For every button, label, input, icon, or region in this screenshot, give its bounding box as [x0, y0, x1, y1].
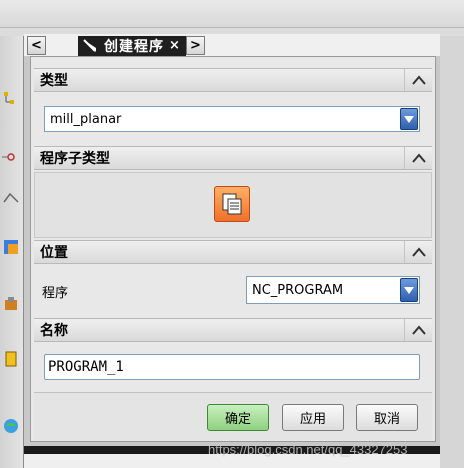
- program-subtype-icon[interactable]: [214, 186, 250, 222]
- toolbar-path-icon[interactable]: [2, 186, 20, 208]
- nav-next-button[interactable]: >: [186, 36, 205, 55]
- ok-label: 确定: [224, 412, 251, 427]
- section-name-header[interactable]: 名称: [34, 318, 432, 342]
- left-toolbar: [0, 36, 24, 468]
- collapse-location-icon[interactable]: [404, 241, 432, 263]
- section-type-header[interactable]: 类型: [34, 68, 432, 92]
- section-type-title: 类型: [40, 73, 68, 89]
- nav-prev-button[interactable]: <: [27, 36, 46, 55]
- toolbar-geometry-icon[interactable]: [2, 146, 20, 168]
- program-name-input[interactable]: PROGRAM_1: [44, 354, 420, 380]
- watermark: https://blog.csdn.net/qq_43327253: [208, 442, 408, 457]
- apply-label: 应用: [299, 412, 326, 427]
- collapse-type-icon[interactable]: [404, 69, 432, 91]
- app-top-bar: [0, 0, 464, 28]
- program-label: 程序: [42, 286, 69, 301]
- nav-prev-label: <: [31, 38, 42, 53]
- section-subtype-title: 程序子类型: [40, 151, 110, 167]
- pin-icon[interactable]: [82, 38, 98, 54]
- section-location-title: 位置: [40, 245, 68, 261]
- section-name-title: 名称: [40, 323, 68, 339]
- toolbar-globe-icon[interactable]: [2, 414, 20, 436]
- toolbar-operation-icon[interactable]: [2, 236, 20, 258]
- cancel-label: 取消: [373, 412, 400, 427]
- cancel-button[interactable]: 取消: [356, 404, 418, 431]
- right-panel-edge: [440, 36, 464, 468]
- nav-next-label: >: [190, 38, 201, 53]
- dialog-title: 创建程序: [104, 39, 164, 55]
- program-dropdown-value: NC_PROGRAM: [252, 282, 344, 298]
- toolbar-tree-icon[interactable]: [2, 88, 20, 110]
- close-icon[interactable]: ×: [165, 36, 184, 55]
- close-label: ×: [169, 38, 180, 53]
- type-dropdown-value: mill_planar: [50, 111, 122, 127]
- collapse-name-icon[interactable]: [404, 319, 432, 341]
- toolbar-method-icon[interactable]: [2, 348, 20, 370]
- collapse-subtype-icon[interactable]: [404, 147, 432, 169]
- program-dropdown[interactable]: NC_PROGRAM: [246, 276, 420, 304]
- section-location-header[interactable]: 位置: [34, 240, 432, 264]
- program-name-value: PROGRAM_1: [48, 359, 124, 375]
- ok-button[interactable]: 确定: [207, 404, 269, 431]
- type-dropdown[interactable]: mill_planar: [44, 106, 420, 132]
- chevron-down-icon[interactable]: [400, 108, 418, 130]
- section-subtype-header[interactable]: 程序子类型: [34, 146, 432, 170]
- dialog-tab-bar: < 创建程序 × >: [24, 34, 440, 56]
- apply-button[interactable]: 应用: [282, 404, 344, 431]
- chevron-down-icon[interactable]: [400, 278, 418, 302]
- toolbar-tool-icon[interactable]: [2, 294, 20, 316]
